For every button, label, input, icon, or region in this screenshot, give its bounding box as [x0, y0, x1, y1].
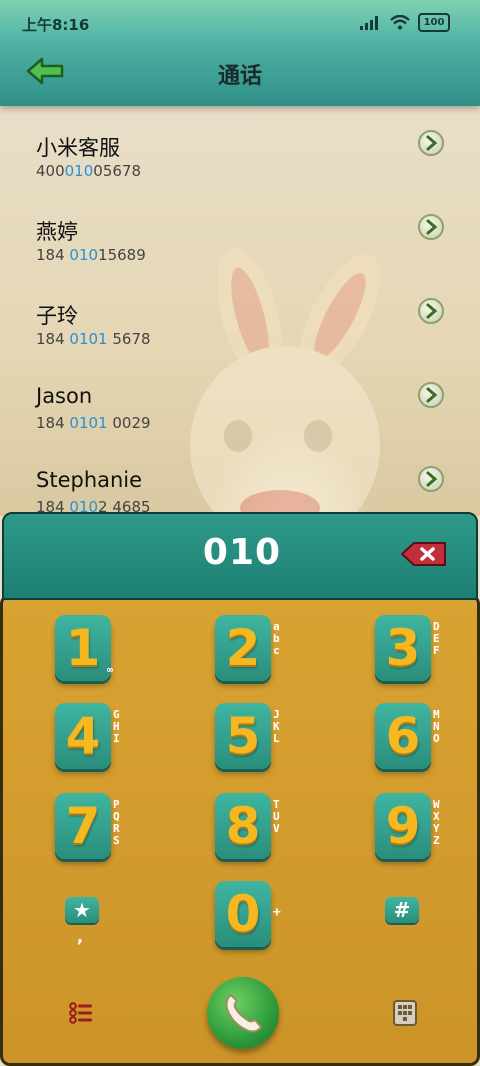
- contact-name: 子玲: [36, 304, 78, 328]
- keypad-icon[interactable]: [391, 999, 419, 1027]
- contact-detail-button[interactable]: [418, 130, 444, 156]
- contact-row[interactable]: 子玲 184 0101 5678: [0, 274, 480, 358]
- contact-row[interactable]: Stephanie 184 0102 4685: [0, 442, 480, 516]
- dialed-number-bar: 010: [2, 512, 478, 600]
- contact-number: 184 0101 0029: [36, 414, 151, 432]
- contact-number: 40001005678: [36, 162, 141, 180]
- contact-row[interactable]: Jason 184 0101 0029: [0, 358, 480, 442]
- key-hash[interactable]: #: [385, 897, 419, 923]
- contact-name: 小米客服: [36, 136, 120, 160]
- page-title: 通话: [217, 64, 262, 89]
- key-2[interactable]: 2 abc: [215, 615, 280, 685]
- battery-indicator: 100: [418, 13, 450, 32]
- key-6[interactable]: 6 MNO: [375, 703, 440, 773]
- contact-detail-button[interactable]: [418, 382, 444, 408]
- key-0[interactable]: 0 +: [215, 881, 281, 951]
- chevron-right-icon: [426, 471, 438, 487]
- key-star[interactable]: ★: [65, 897, 99, 923]
- contact-number: 184 01015689: [36, 246, 146, 264]
- contact-row[interactable]: 小米客服 40001005678: [0, 106, 480, 190]
- contact-number: 184 0101 5678: [36, 330, 151, 348]
- contact-list[interactable]: 小米客服 40001005678 燕婷 184 01015689 子玲 184 …: [0, 106, 480, 516]
- list-menu-icon[interactable]: [67, 999, 95, 1027]
- signal-icon: [360, 15, 378, 30]
- key-8[interactable]: 8 TUV: [215, 793, 280, 863]
- key-5[interactable]: 5 JKL: [215, 703, 280, 773]
- key-4[interactable]: 4 GHI: [55, 703, 120, 773]
- backspace-icon[interactable]: [400, 540, 448, 568]
- contact-name: 燕婷: [36, 220, 78, 244]
- header: 上午8:16 100 通话: [0, 0, 480, 106]
- key-7[interactable]: 7 PQRS: [55, 793, 120, 863]
- contact-detail-button[interactable]: [418, 466, 444, 492]
- chevron-right-icon: [426, 387, 438, 403]
- status-bar: 上午8:16 100: [0, 0, 480, 44]
- chevron-right-icon: [426, 219, 438, 235]
- contact-detail-button[interactable]: [418, 214, 444, 240]
- contact-detail-button[interactable]: [418, 298, 444, 324]
- key-1[interactable]: 1 ∞: [55, 615, 113, 685]
- wifi-icon: [390, 15, 410, 30]
- chevron-right-icon: [426, 135, 438, 151]
- contact-name: Jason: [36, 384, 93, 408]
- keypad: 1 ∞ 2 abc 3 DEF 4 GHI 5 JKL 6 MNO 7 PQRS…: [0, 594, 480, 1066]
- key-star-sub: ,: [77, 927, 84, 946]
- call-button[interactable]: [207, 977, 279, 1049]
- phone-icon: [225, 993, 263, 1033]
- chevron-right-icon: [426, 303, 438, 319]
- contact-name: Stephanie: [36, 468, 143, 492]
- status-time: 上午8:16: [22, 16, 90, 34]
- contact-row[interactable]: 燕婷 184 01015689: [0, 190, 480, 274]
- key-9[interactable]: 9 WXYZ: [375, 793, 440, 863]
- key-3[interactable]: 3 DEF: [375, 615, 440, 685]
- status-icons: 100: [360, 13, 450, 32]
